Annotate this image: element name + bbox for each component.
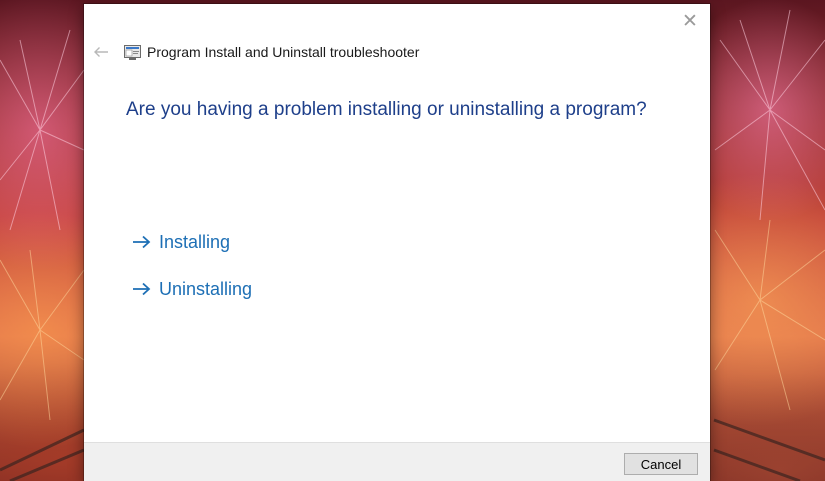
dialog-header: Program Install and Uninstall troublesho… — [84, 38, 644, 68]
installing-option-label: Installing — [159, 231, 231, 252]
troubleshooter-dialog: ✕ Program Install and Uninstall troubles… — [84, 4, 710, 481]
uninstalling-option[interactable]: Uninstalling — [132, 275, 252, 303]
window-title: Program Install and Uninstall troublesho… — [147, 44, 420, 60]
troubleshooter-app-icon — [124, 45, 141, 60]
uninstalling-option-label: Uninstalling — [159, 278, 253, 299]
back-button[interactable] — [91, 42, 111, 62]
installing-option[interactable]: Installing — [132, 228, 230, 256]
arrow-right-icon — [133, 282, 151, 296]
cancel-button[interactable]: Cancel — [624, 453, 698, 475]
close-icon: ✕ — [682, 10, 698, 32]
page-heading: Are you having a problem installing or u… — [126, 99, 647, 120]
arrow-right-icon — [133, 235, 151, 249]
back-arrow-icon — [94, 47, 108, 57]
close-button[interactable]: ✕ — [676, 8, 704, 34]
dialog-footer: Cancel — [84, 442, 710, 481]
